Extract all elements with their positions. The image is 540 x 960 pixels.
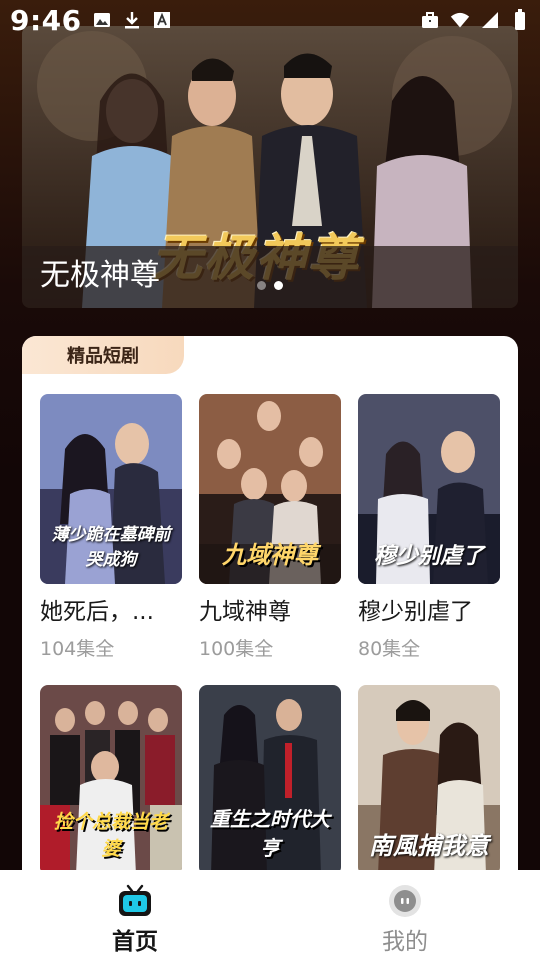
drama-list-card: 精品短剧 薄少跪在墓碑前哭成狗 她死后，... 104集全 九域神尊 九域神尊 … (22, 336, 518, 876)
drama-title[interactable]: 九域神尊 (199, 592, 341, 626)
drama-poster[interactable]: 薄少跪在墓碑前哭成狗 (40, 394, 182, 584)
status-bar: 9:46 (0, 0, 540, 40)
drama-item[interactable]: 穆少别虐了 穆少别虐了 80集全 (358, 394, 500, 661)
pager-dot-active[interactable] (274, 281, 283, 290)
banner-caption: 无极神尊 (40, 258, 160, 293)
nav-mine-label: 我的 (382, 929, 428, 955)
drama-poster[interactable]: 重生之时代大亨 (199, 685, 341, 875)
bottom-nav: 首页 我的 (0, 870, 540, 960)
featured-banner[interactable]: 无极神尊 无极神尊 (22, 26, 518, 308)
banner-pager[interactable] (257, 281, 283, 290)
pager-dot[interactable] (257, 281, 266, 290)
poster-title-art: 重生之时代大亨 (210, 807, 330, 860)
drama-item[interactable]: 重生之时代大亨 (199, 685, 341, 876)
tv-icon (119, 884, 151, 916)
wifi-icon (450, 10, 470, 30)
image-icon (92, 10, 112, 30)
status-time: 9:46 (10, 3, 82, 37)
battery-icon (510, 9, 530, 30)
status-right (420, 9, 530, 30)
status-left: 9:46 (10, 4, 172, 37)
poster-title-art: 捡个总裁当老婆 (53, 811, 168, 860)
poster-title-art: 九域神尊 (222, 540, 318, 569)
nav-home-label: 首页 (112, 929, 158, 955)
drama-item[interactable]: 南風捕我意 (358, 685, 500, 876)
episode-count: 100集全 (199, 638, 274, 660)
episode-count: 80集全 (358, 638, 421, 660)
poster-title-art: 薄少跪在墓碑前哭成狗 (51, 525, 171, 570)
drama-poster[interactable]: 捡个总裁当老婆 (40, 685, 182, 875)
briefcase-icon (420, 10, 440, 30)
download-icon (122, 10, 142, 30)
poster-title-art: 穆少别虐了 (373, 543, 484, 569)
drama-title[interactable]: 穆少别虐了 (358, 592, 500, 626)
profile-icon (389, 885, 421, 917)
drama-poster[interactable]: 九域神尊 (199, 394, 341, 584)
font-icon (152, 10, 172, 30)
episode-count: 104集全 (40, 638, 115, 660)
signal-icon (480, 10, 500, 30)
drama-poster[interactable]: 南風捕我意 (358, 685, 500, 875)
nav-mine[interactable]: 我的 (270, 870, 540, 960)
nav-home[interactable]: 首页 (0, 870, 270, 960)
drama-title[interactable]: 她死后，... (40, 592, 182, 626)
drama-item[interactable]: 捡个总裁当老婆 (40, 685, 182, 876)
drama-item[interactable]: 九域神尊 九域神尊 100集全 (199, 394, 341, 661)
drama-item[interactable]: 薄少跪在墓碑前哭成狗 她死后，... 104集全 (40, 394, 182, 661)
drama-poster[interactable]: 穆少别虐了 (358, 394, 500, 584)
section-tab-premium[interactable]: 精品短剧 (22, 336, 184, 374)
drama-grid: 薄少跪在墓碑前哭成狗 她死后，... 104集全 九域神尊 九域神尊 100集全… (40, 394, 500, 876)
poster-title-art: 南風捕我意 (369, 831, 489, 860)
